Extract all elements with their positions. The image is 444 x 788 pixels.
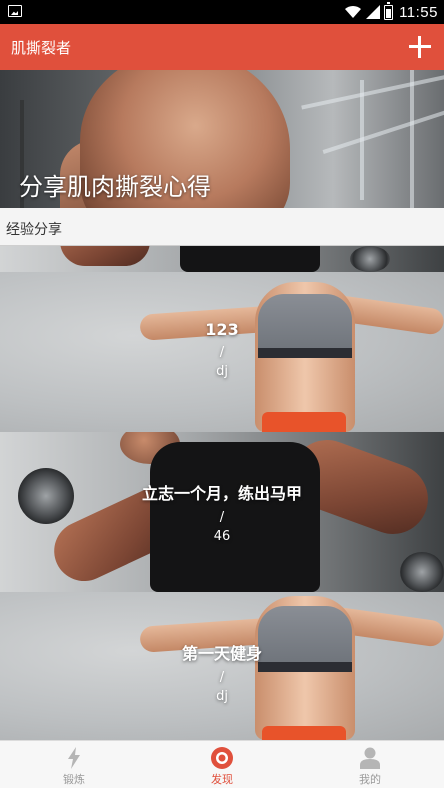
- post-title: 123: [205, 320, 239, 339]
- status-bar: 11:55: [0, 0, 444, 24]
- nav-label-me: 我的: [359, 773, 381, 786]
- post-author: dj: [216, 689, 228, 704]
- post-text: 123 / dj: [0, 320, 444, 379]
- post-card[interactable]: 123 / dj: [0, 272, 444, 432]
- post-list[interactable]: 123 / dj 立志一个月，练出马甲 / 46 第一天健身 / dj: [0, 246, 444, 740]
- add-post-button[interactable]: [406, 33, 434, 61]
- signal-icon: [366, 5, 381, 19]
- person-icon: [360, 747, 380, 769]
- post-separator: /: [219, 510, 225, 525]
- image-notification-icon: [8, 5, 22, 17]
- hero-banner[interactable]: 分享肌肉撕裂心得: [0, 70, 444, 208]
- post-text: 立志一个月，练出马甲 / 46: [0, 480, 444, 544]
- post-card[interactable]: 立志一个月，练出马甲 / 46: [0, 432, 444, 592]
- nav-item-workout[interactable]: 锻炼: [0, 741, 148, 788]
- post-card[interactable]: 第一天健身 / dj: [0, 592, 444, 740]
- post-separator: /: [219, 670, 225, 685]
- section-title: 经验分享: [6, 222, 62, 238]
- battery-icon: [384, 1, 394, 20]
- hero-title: 分享肌肉撕裂心得: [19, 173, 211, 201]
- status-time: 11:55: [399, 3, 438, 21]
- post-author: dj: [216, 364, 228, 379]
- post-author: 46: [213, 529, 231, 544]
- post-separator: /: [219, 345, 225, 360]
- nav-label-discover: 发现: [211, 773, 233, 786]
- post-card-partial[interactable]: [0, 246, 444, 272]
- nav-item-discover[interactable]: 发现: [148, 741, 296, 788]
- nav-label-workout: 锻炼: [63, 773, 85, 786]
- post-title: 第一天健身: [181, 644, 262, 663]
- app-title: 肌撕裂者: [11, 39, 72, 57]
- app-bar: 肌撕裂者: [0, 24, 444, 70]
- status-icons: 11:55: [344, 1, 438, 22]
- app-screen: 11:55 肌撕裂者 分享肌肉撕裂心得 经验分享 123 / dj 立志一个月，…: [0, 0, 444, 788]
- section-header: 经验分享: [0, 208, 444, 246]
- target-icon: [211, 747, 233, 769]
- post-text: 第一天健身 / dj: [0, 640, 444, 704]
- post-title: 立志一个月，练出马甲: [141, 484, 302, 503]
- lightning-icon: [68, 747, 80, 769]
- wifi-icon: [345, 5, 362, 18]
- nav-item-me[interactable]: 我的: [296, 741, 444, 788]
- bottom-nav: 锻炼 发现 我的: [0, 740, 444, 788]
